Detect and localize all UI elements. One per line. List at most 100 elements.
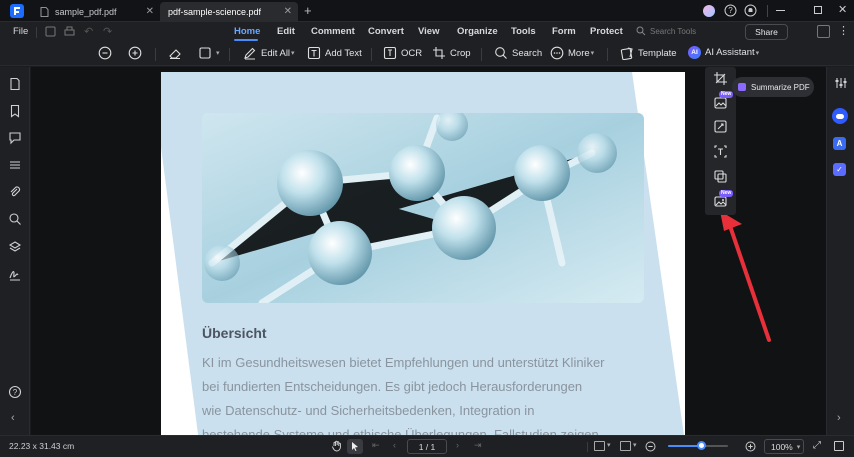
- page-number-field[interactable]: 1 / 1: [407, 439, 447, 454]
- save-icon[interactable]: [45, 26, 56, 37]
- tab-label: pdf-sample-science.pdf: [168, 7, 262, 17]
- first-page-icon[interactable]: ⇤: [372, 440, 380, 451]
- toolbar-separator: [481, 48, 482, 61]
- avatar[interactable]: [703, 5, 715, 17]
- status-bar: 22.23 x 31.43 cm ⇤ ‹ 1 / 1 › ⇥ ▾ ▾ 100% …: [0, 435, 854, 457]
- attachment-icon[interactable]: [8, 185, 22, 199]
- redo-icon[interactable]: ↷: [103, 25, 112, 38]
- zoom-out-icon[interactable]: [645, 441, 656, 452]
- signature-icon[interactable]: [8, 267, 22, 281]
- search-tools[interactable]: Search Tools: [636, 26, 696, 36]
- tab-sample-pdf[interactable]: sample_pdf.pdf ✕: [32, 2, 160, 22]
- page-dimensions: 22.23 x 31.43 cm: [9, 441, 75, 451]
- add-text-button[interactable]: Add Text: [307, 46, 362, 60]
- bookmark-icon[interactable]: [8, 104, 22, 118]
- chevron-down-icon[interactable]: ▾: [607, 441, 611, 449]
- undo-icon[interactable]: ↶: [84, 25, 93, 38]
- new-tab-button[interactable]: +: [304, 3, 312, 18]
- tab-label: sample_pdf.pdf: [55, 7, 117, 17]
- zoom-select[interactable]: 100% ▾: [764, 439, 804, 454]
- collapse-left-icon[interactable]: ‹: [11, 412, 15, 424]
- summarize-icon: [738, 83, 746, 91]
- zoom-in-icon: [128, 46, 142, 60]
- menu-edit[interactable]: Edit: [277, 26, 295, 37]
- more-circle-icon: [550, 46, 564, 60]
- hand-tool-icon[interactable]: [331, 440, 343, 452]
- collapse-right-icon[interactable]: ›: [837, 412, 841, 424]
- menu-view[interactable]: View: [418, 26, 439, 37]
- page-layout-icon[interactable]: [594, 441, 605, 451]
- tab-pdf-sample-science[interactable]: pdf-sample-science.pdf ✕: [160, 2, 298, 22]
- fit-page-icon[interactable]: ⤢: [813, 440, 821, 451]
- fullscreen-icon[interactable]: [834, 441, 844, 451]
- app-logo[interactable]: [10, 4, 24, 18]
- more-window-icon[interactable]: ⋮: [838, 24, 849, 37]
- close-icon[interactable]: ✕: [838, 3, 847, 16]
- template-icon: [620, 47, 633, 60]
- help-icon[interactable]: ?: [724, 4, 737, 17]
- zoom-out-button[interactable]: [98, 46, 116, 60]
- minimize-icon[interactable]: [776, 10, 785, 11]
- maximize-icon[interactable]: [814, 6, 822, 14]
- pencil-icon: [244, 47, 256, 60]
- zoom-in-icon[interactable]: [745, 441, 756, 452]
- menu-comment[interactable]: Comment: [311, 26, 355, 37]
- search-button[interactable]: Search: [494, 46, 542, 60]
- edit-all-button[interactable]: Edit All ▾: [243, 46, 295, 60]
- last-page-icon[interactable]: ⇥: [474, 440, 482, 451]
- close-tab-icon[interactable]: ✕: [284, 6, 292, 17]
- divider: [767, 5, 768, 17]
- layers-icon[interactable]: [8, 240, 22, 254]
- menu-tools[interactable]: Tools: [511, 26, 536, 37]
- zoom-in-button[interactable]: [128, 46, 146, 60]
- template-button[interactable]: Template: [620, 46, 677, 60]
- comment-icon[interactable]: [8, 131, 22, 145]
- summarize-pdf-button[interactable]: Summarize PDF: [732, 77, 814, 97]
- menu-organize[interactable]: Organize: [457, 26, 498, 37]
- close-tab-icon[interactable]: ✕: [146, 6, 154, 17]
- ocr-button[interactable]: OCR: [383, 46, 422, 60]
- template-label: Template: [638, 47, 677, 59]
- bell-icon[interactable]: [744, 4, 757, 17]
- print-icon[interactable]: [64, 26, 75, 37]
- next-page-icon[interactable]: ›: [456, 440, 459, 450]
- extract-text-icon[interactable]: [713, 144, 728, 159]
- select-tool-button[interactable]: [347, 439, 363, 454]
- view-mode-icon[interactable]: [620, 441, 631, 451]
- svg-text:?: ?: [728, 6, 733, 15]
- chevron-down-icon: ▾: [216, 50, 220, 57]
- properties-icon[interactable]: [834, 76, 848, 90]
- paragraph-line: bestehende Systeme und ethische Überlegu…: [202, 427, 599, 435]
- menu-home[interactable]: Home: [234, 26, 260, 37]
- eraser-button[interactable]: [168, 46, 186, 60]
- shape-button[interactable]: ▾: [198, 46, 220, 60]
- toolbar-separator: [155, 48, 156, 61]
- search-icon[interactable]: [8, 212, 22, 226]
- zoom-slider-thumb[interactable]: [697, 441, 706, 450]
- share-button[interactable]: Share: [745, 24, 788, 40]
- chevron-down-icon[interactable]: ▾: [633, 441, 637, 449]
- page-thumbnail-icon[interactable]: [8, 77, 22, 91]
- menu-protect[interactable]: Protect: [590, 26, 623, 37]
- copy-image-icon[interactable]: [713, 169, 728, 184]
- crop-button[interactable]: Crop: [432, 46, 471, 60]
- crop-image-icon[interactable]: [713, 71, 728, 86]
- replace-image-icon[interactable]: [713, 119, 728, 134]
- more-button[interactable]: More ▾: [550, 46, 594, 60]
- divider: [36, 27, 37, 38]
- menu-convert[interactable]: Convert: [368, 26, 404, 37]
- check-icon[interactable]: ✓: [833, 163, 846, 176]
- crop-label: Crop: [450, 47, 471, 59]
- help-icon[interactable]: ?: [8, 385, 22, 399]
- crop-icon: [433, 47, 445, 59]
- prev-page-icon[interactable]: ‹: [393, 440, 396, 450]
- collapse-ribbon-icon[interactable]: [817, 25, 830, 38]
- ai-assistant-button[interactable]: AI AI Assistant ▾: [688, 46, 759, 59]
- ai-chat-icon[interactable]: [832, 108, 848, 124]
- active-menu-indicator: [234, 39, 258, 41]
- translate-icon[interactable]: A: [833, 137, 846, 150]
- layers-list-icon[interactable]: [8, 158, 22, 172]
- toolbar: ▾ Edit All ▾ Add Text OCR Crop Search Mo…: [0, 42, 854, 66]
- menu-form[interactable]: Form: [552, 26, 576, 37]
- menu-file[interactable]: File: [13, 26, 28, 37]
